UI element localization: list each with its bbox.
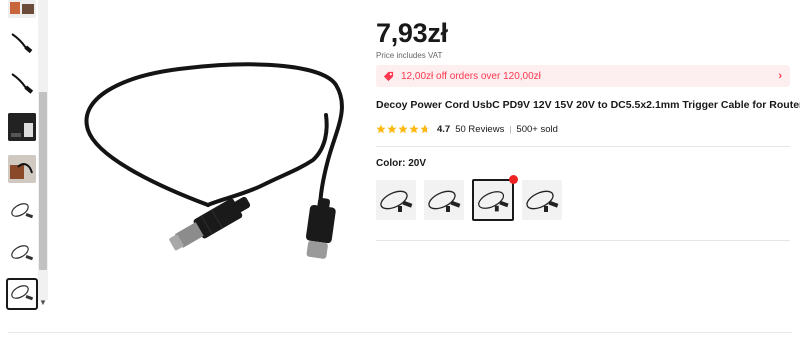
star-icon (398, 124, 408, 134)
star-icon (376, 124, 386, 134)
color-swatch-1[interactable] (376, 180, 416, 220)
star-icon (387, 124, 397, 134)
thumbnail-2[interactable] (8, 30, 36, 58)
color-swatch-3-selected[interactable] (472, 179, 514, 221)
coupon-tag-icon (383, 71, 394, 81)
section-divider (8, 332, 792, 333)
thumbnail-5[interactable] (8, 155, 36, 183)
divider: | (509, 124, 512, 134)
divider (376, 146, 790, 147)
reviews-link[interactable]: 50 Reviews (455, 124, 504, 135)
chevron-right-icon: › (778, 70, 782, 82)
sold-count: 500+ sold (516, 123, 558, 135)
scroll-down-icon[interactable]: ▼ (38, 298, 48, 308)
color-swatch-2[interactable] (424, 180, 464, 220)
star-icon (420, 124, 430, 134)
promo-text: 12,00zł off orders over 120,00zł (401, 70, 541, 82)
star-icon (409, 124, 419, 134)
main-product-image[interactable] (58, 20, 358, 300)
thumbnail-3[interactable] (8, 70, 36, 98)
color-label: Color: 20V (376, 158, 427, 169)
vat-note: Price includes VAT (376, 51, 443, 60)
rating-row[interactable]: 4.7 50 Reviews | 500+ sold (376, 122, 558, 136)
thumbnail-6[interactable] (8, 198, 36, 226)
thumbnail-1[interactable] (8, 0, 36, 18)
rating-value: 4.7 (437, 123, 451, 135)
thumbnail-4[interactable] (8, 113, 36, 141)
color-swatch-4[interactable] (522, 180, 562, 220)
thumbnail-7[interactable] (8, 240, 36, 268)
thumbnail-8-selected[interactable] (6, 278, 38, 310)
star-rating (376, 124, 431, 134)
promo-banner[interactable]: 12,00zł off orders over 120,00zł › (376, 65, 790, 87)
product-price: 7,93zł (376, 18, 448, 48)
hot-badge-icon (509, 175, 518, 184)
divider (376, 240, 790, 241)
thumbnail-scrollbar-thumb[interactable] (39, 92, 47, 270)
product-title: Decoy Power Cord UsbC PD9V 12V 15V 20V t… (376, 99, 800, 111)
